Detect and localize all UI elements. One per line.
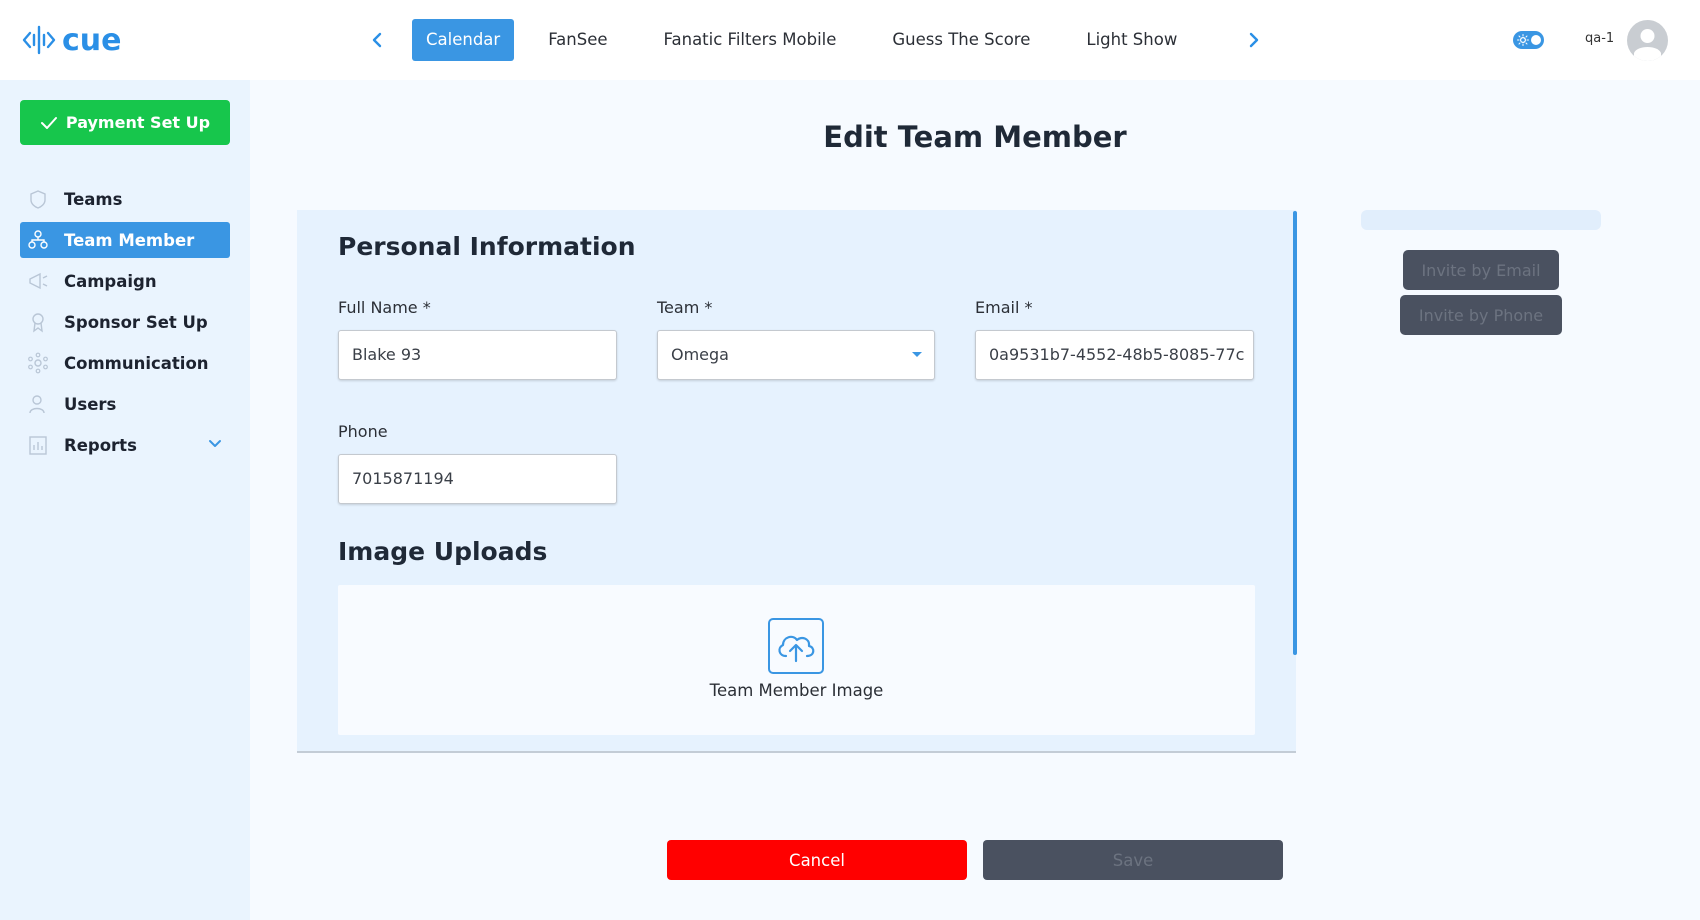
sidebar-item-teams[interactable]: Teams xyxy=(20,181,230,217)
sidebar-item-team-member[interactable]: Team Member xyxy=(20,222,230,258)
invite-by-phone-button[interactable]: Invite by Phone xyxy=(1400,295,1562,335)
reports-icon xyxy=(26,433,50,457)
personal-information-heading: Personal Information xyxy=(338,232,636,261)
team-label: Team * xyxy=(657,298,713,317)
sidebar-item-label: Team Member xyxy=(64,230,195,250)
theme-toggle[interactable] xyxy=(1513,31,1544,49)
app-tabs: Calendar FanSee Fanatic Filters Mobile G… xyxy=(412,19,1232,61)
sidebar-item-label: Campaign xyxy=(64,271,157,291)
sidebar: Payment Set Up Teams Team Member Campaig… xyxy=(0,80,250,920)
caret-down-icon xyxy=(912,352,922,357)
cancel-button[interactable]: Cancel xyxy=(667,840,967,880)
email-input[interactable]: 0a9531b7-4552-48b5-8085-77c xyxy=(975,330,1254,380)
sidebar-item-label: Reports xyxy=(64,435,137,455)
chevron-right-icon xyxy=(1249,32,1259,48)
tabs-next-button[interactable] xyxy=(1240,26,1268,54)
users-icon xyxy=(26,392,50,416)
team-select-value: Omega xyxy=(671,345,729,364)
sidebar-item-label: Users xyxy=(64,394,117,414)
team-member-icon xyxy=(26,228,50,252)
avatar[interactable] xyxy=(1627,20,1668,61)
invite-by-email-button[interactable]: Invite by Email xyxy=(1403,250,1559,290)
toggle-knob xyxy=(1531,35,1541,45)
communication-icon xyxy=(26,351,50,375)
chevron-left-icon xyxy=(372,32,382,48)
side-panel-header xyxy=(1361,210,1601,230)
tab-calendar[interactable]: Calendar xyxy=(412,19,515,61)
phone-label: Phone xyxy=(338,422,388,441)
image-uploads-heading: Image Uploads xyxy=(338,537,548,566)
username-label[interactable]: qa-1 xyxy=(1585,31,1614,46)
tab-fanatic-filters-mobile[interactable]: Fanatic Filters Mobile xyxy=(650,19,851,61)
top-bar: cue Calendar FanSee Fanatic Filters Mobi… xyxy=(0,0,1700,80)
team-member-image-upload[interactable]: Team Member Image xyxy=(338,585,1255,735)
full-name-input[interactable]: Blake 93 xyxy=(338,330,617,380)
sidebar-item-campaign[interactable]: Campaign xyxy=(20,263,230,299)
brand-name: cue xyxy=(62,22,122,58)
campaign-icon xyxy=(26,269,50,293)
team-select[interactable]: Omega xyxy=(657,330,935,380)
email-label: Email * xyxy=(975,298,1033,317)
logo-mark-icon xyxy=(22,25,56,55)
teams-icon xyxy=(26,187,50,211)
team-member-image-label: Team Member Image xyxy=(709,681,884,700)
sidebar-item-label: Communication xyxy=(64,353,209,373)
tab-next-partial[interactable]: Nc xyxy=(1219,19,1232,61)
sidebar-menu: Teams Team Member Campaign Sponsor Set U… xyxy=(20,181,230,468)
sponsor-icon xyxy=(26,310,50,334)
chevron-down-icon[interactable] xyxy=(208,436,222,450)
card-scrollbar[interactable] xyxy=(1293,211,1297,655)
tab-light-show[interactable]: Light Show xyxy=(1072,19,1191,61)
tab-fansee[interactable]: FanSee xyxy=(534,19,621,61)
user-avatar-icon xyxy=(1634,29,1661,61)
sidebar-item-communication[interactable]: Communication xyxy=(20,345,230,381)
sidebar-item-label: Sponsor Set Up xyxy=(64,312,208,332)
full-name-label: Full Name * xyxy=(338,298,431,317)
sidebar-item-reports[interactable]: Reports xyxy=(20,427,230,463)
phone-input[interactable]: 7015871194 xyxy=(338,454,617,504)
sun-icon xyxy=(1517,34,1529,46)
brand-logo[interactable]: cue xyxy=(22,20,122,60)
page-title: Edit Team Member xyxy=(823,120,1127,154)
sidebar-item-users[interactable]: Users xyxy=(20,386,230,422)
sidebar-item-label: Teams xyxy=(64,189,123,209)
tab-guess-the-score[interactable]: Guess The Score xyxy=(878,19,1044,61)
save-button[interactable]: Save xyxy=(983,840,1283,880)
tabs-prev-button[interactable] xyxy=(363,26,391,54)
sidebar-item-sponsor-setup[interactable]: Sponsor Set Up xyxy=(20,304,230,340)
cloud-upload-icon[interactable] xyxy=(768,618,824,674)
